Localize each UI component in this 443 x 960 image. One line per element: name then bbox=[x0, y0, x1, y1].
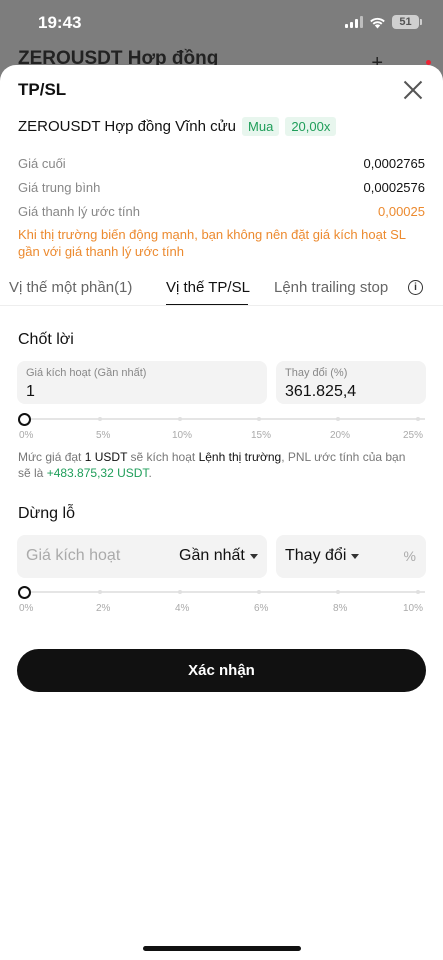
sl-slider-tick bbox=[257, 590, 261, 594]
liq-price-label: Giá thanh lý ước tính bbox=[18, 204, 141, 219]
tab-position-tpsl[interactable]: Vị thế TP/SL bbox=[166, 279, 250, 296]
tp-slider-label: 10% bbox=[172, 430, 193, 441]
tp-slider-tick bbox=[178, 417, 182, 421]
sl-slider-label: 0% bbox=[19, 603, 34, 614]
sl-trigger-placeholder: Giá kích hoạt bbox=[26, 547, 121, 564]
tp-slider[interactable] bbox=[18, 412, 425, 426]
stop-loss-title: Dừng lỗ bbox=[18, 505, 75, 522]
tpsl-sheet: TP/SL ZEROUSDT Hợp đồng Vĩnh cửu Mua 20,… bbox=[0, 65, 443, 960]
sl-slider-label: 6% bbox=[254, 603, 269, 614]
tp-slider-label: 5% bbox=[96, 430, 111, 441]
tp-slider-label: 15% bbox=[251, 430, 272, 441]
sl-slider-label: 4% bbox=[175, 603, 190, 614]
close-icon[interactable] bbox=[403, 80, 423, 100]
info-icon[interactable]: i bbox=[408, 280, 423, 295]
home-indicator[interactable] bbox=[143, 946, 301, 951]
sl-slider-label: 2% bbox=[96, 603, 111, 614]
volatility-warning: Khi thị trường biến động mạnh, bạn không… bbox=[18, 227, 406, 259]
tp-note-text: Mức giá đạt bbox=[18, 450, 85, 464]
last-price-value: 0,0002765 bbox=[363, 156, 425, 171]
avg-price-row: Giá trung bình 0,0002576 bbox=[18, 180, 425, 195]
tp-trigger-label: Giá kích hoạt (Gần nhất) bbox=[26, 367, 147, 379]
status-bar: 19:43 51 bbox=[0, 0, 443, 46]
status-time: 19:43 bbox=[38, 13, 82, 32]
take-profit-title: Chốt lời bbox=[18, 331, 74, 348]
sl-slider-tick bbox=[416, 590, 420, 594]
avg-price-label: Giá trung bình bbox=[18, 180, 101, 195]
avg-price-value: 0,0002576 bbox=[363, 180, 425, 195]
sl-slider-tick bbox=[98, 590, 102, 594]
contract-row: ZEROUSDT Hợp đồng Vĩnh cửu Mua 20,00x bbox=[18, 117, 337, 136]
sl-slider-track bbox=[24, 591, 425, 593]
tp-slider-tick bbox=[98, 417, 102, 421]
sl-slider-tick bbox=[178, 590, 182, 594]
chevron-down-icon bbox=[249, 553, 258, 559]
sl-slider-label: 8% bbox=[333, 603, 348, 614]
tp-change-percent-input[interactable]: Thay đổi (%) 361.825,4 bbox=[276, 361, 426, 404]
contract-name: ZEROUSDT Hợp đồng Vĩnh cửu bbox=[18, 118, 237, 135]
liq-price-row: Giá thanh lý ước tính 0,00025 bbox=[18, 204, 425, 219]
tp-note-order-type: Lệnh thị trường bbox=[198, 450, 282, 464]
signal-icon bbox=[345, 16, 363, 28]
tp-slider-tick bbox=[336, 417, 340, 421]
tp-slider-label: 20% bbox=[330, 430, 351, 441]
sl-trigger-price-input[interactable]: Giá kích hoạt Gần nhất bbox=[17, 535, 267, 578]
status-icons: 51 bbox=[345, 15, 422, 29]
last-price-row: Giá cuối 0,0002765 bbox=[18, 156, 425, 171]
tp-note-pnl: +483.875,32 USDT bbox=[46, 466, 149, 480]
sl-slider-tick bbox=[336, 590, 340, 594]
tp-trigger-price-input[interactable]: Giá kích hoạt (Gần nhất) 1 bbox=[17, 361, 267, 404]
wifi-icon bbox=[370, 17, 385, 28]
tp-trigger-value: 1 bbox=[26, 383, 35, 400]
battery-icon: 51 bbox=[392, 15, 422, 29]
tp-slider-tick bbox=[257, 417, 261, 421]
sl-slider-handle[interactable] bbox=[18, 586, 31, 599]
confirm-button[interactable]: Xác nhận bbox=[17, 649, 426, 692]
sl-trigger-type-select[interactable]: Gần nhất bbox=[179, 547, 258, 565]
tp-note-text: . bbox=[148, 466, 152, 480]
sl-slider-label: 10% bbox=[403, 603, 424, 614]
chevron-down-icon bbox=[351, 553, 360, 559]
sl-trigger-type-label: Gần nhất bbox=[179, 547, 245, 564]
last-price-label: Giá cuối bbox=[18, 156, 66, 171]
tp-pnl-note: Mức giá đạt 1 USDT sẽ kích hoạt Lệnh thị… bbox=[18, 449, 419, 481]
tp-note-amount: 1 USDT bbox=[84, 450, 128, 464]
leverage-badge: 20,00x bbox=[285, 117, 337, 136]
sl-slider[interactable] bbox=[18, 585, 425, 599]
tabs-divider bbox=[0, 305, 443, 306]
sl-percent-unit: % bbox=[403, 548, 416, 564]
sl-change-input[interactable]: Thay đổi % bbox=[276, 535, 426, 578]
tp-slider-label: 25% bbox=[403, 430, 424, 441]
liq-price-value: 0,00025 bbox=[378, 204, 425, 219]
tab-partial-position[interactable]: Vị thế một phần(1) bbox=[9, 279, 132, 296]
sl-change-type-select[interactable]: Thay đổi bbox=[285, 547, 360, 565]
tp-slider-tick bbox=[416, 417, 420, 421]
tp-slider-labels: 0% 5% 10% 15% 20% 25% bbox=[18, 430, 425, 442]
tp-change-value: 361.825,4 bbox=[285, 383, 357, 400]
tp-slider-label: 0% bbox=[19, 430, 34, 441]
tp-change-label: Thay đổi (%) bbox=[285, 367, 348, 379]
sheet-title: TP/SL bbox=[18, 80, 67, 99]
sl-change-type-label: Thay đổi bbox=[285, 547, 347, 564]
side-badge: Mua bbox=[242, 117, 280, 136]
sl-slider-labels: 0% 2% 4% 6% 8% 10% bbox=[18, 603, 425, 615]
tp-slider-handle[interactable] bbox=[18, 413, 31, 426]
tab-trailing-stop[interactable]: Lệnh trailing stop bbox=[274, 279, 394, 296]
tp-note-text: sẽ kích hoạt bbox=[127, 450, 199, 464]
tab-bar: Vị thế một phần(1) Vị thế TP/SL Lệnh tra… bbox=[0, 279, 443, 306]
tp-slider-track bbox=[24, 418, 425, 420]
